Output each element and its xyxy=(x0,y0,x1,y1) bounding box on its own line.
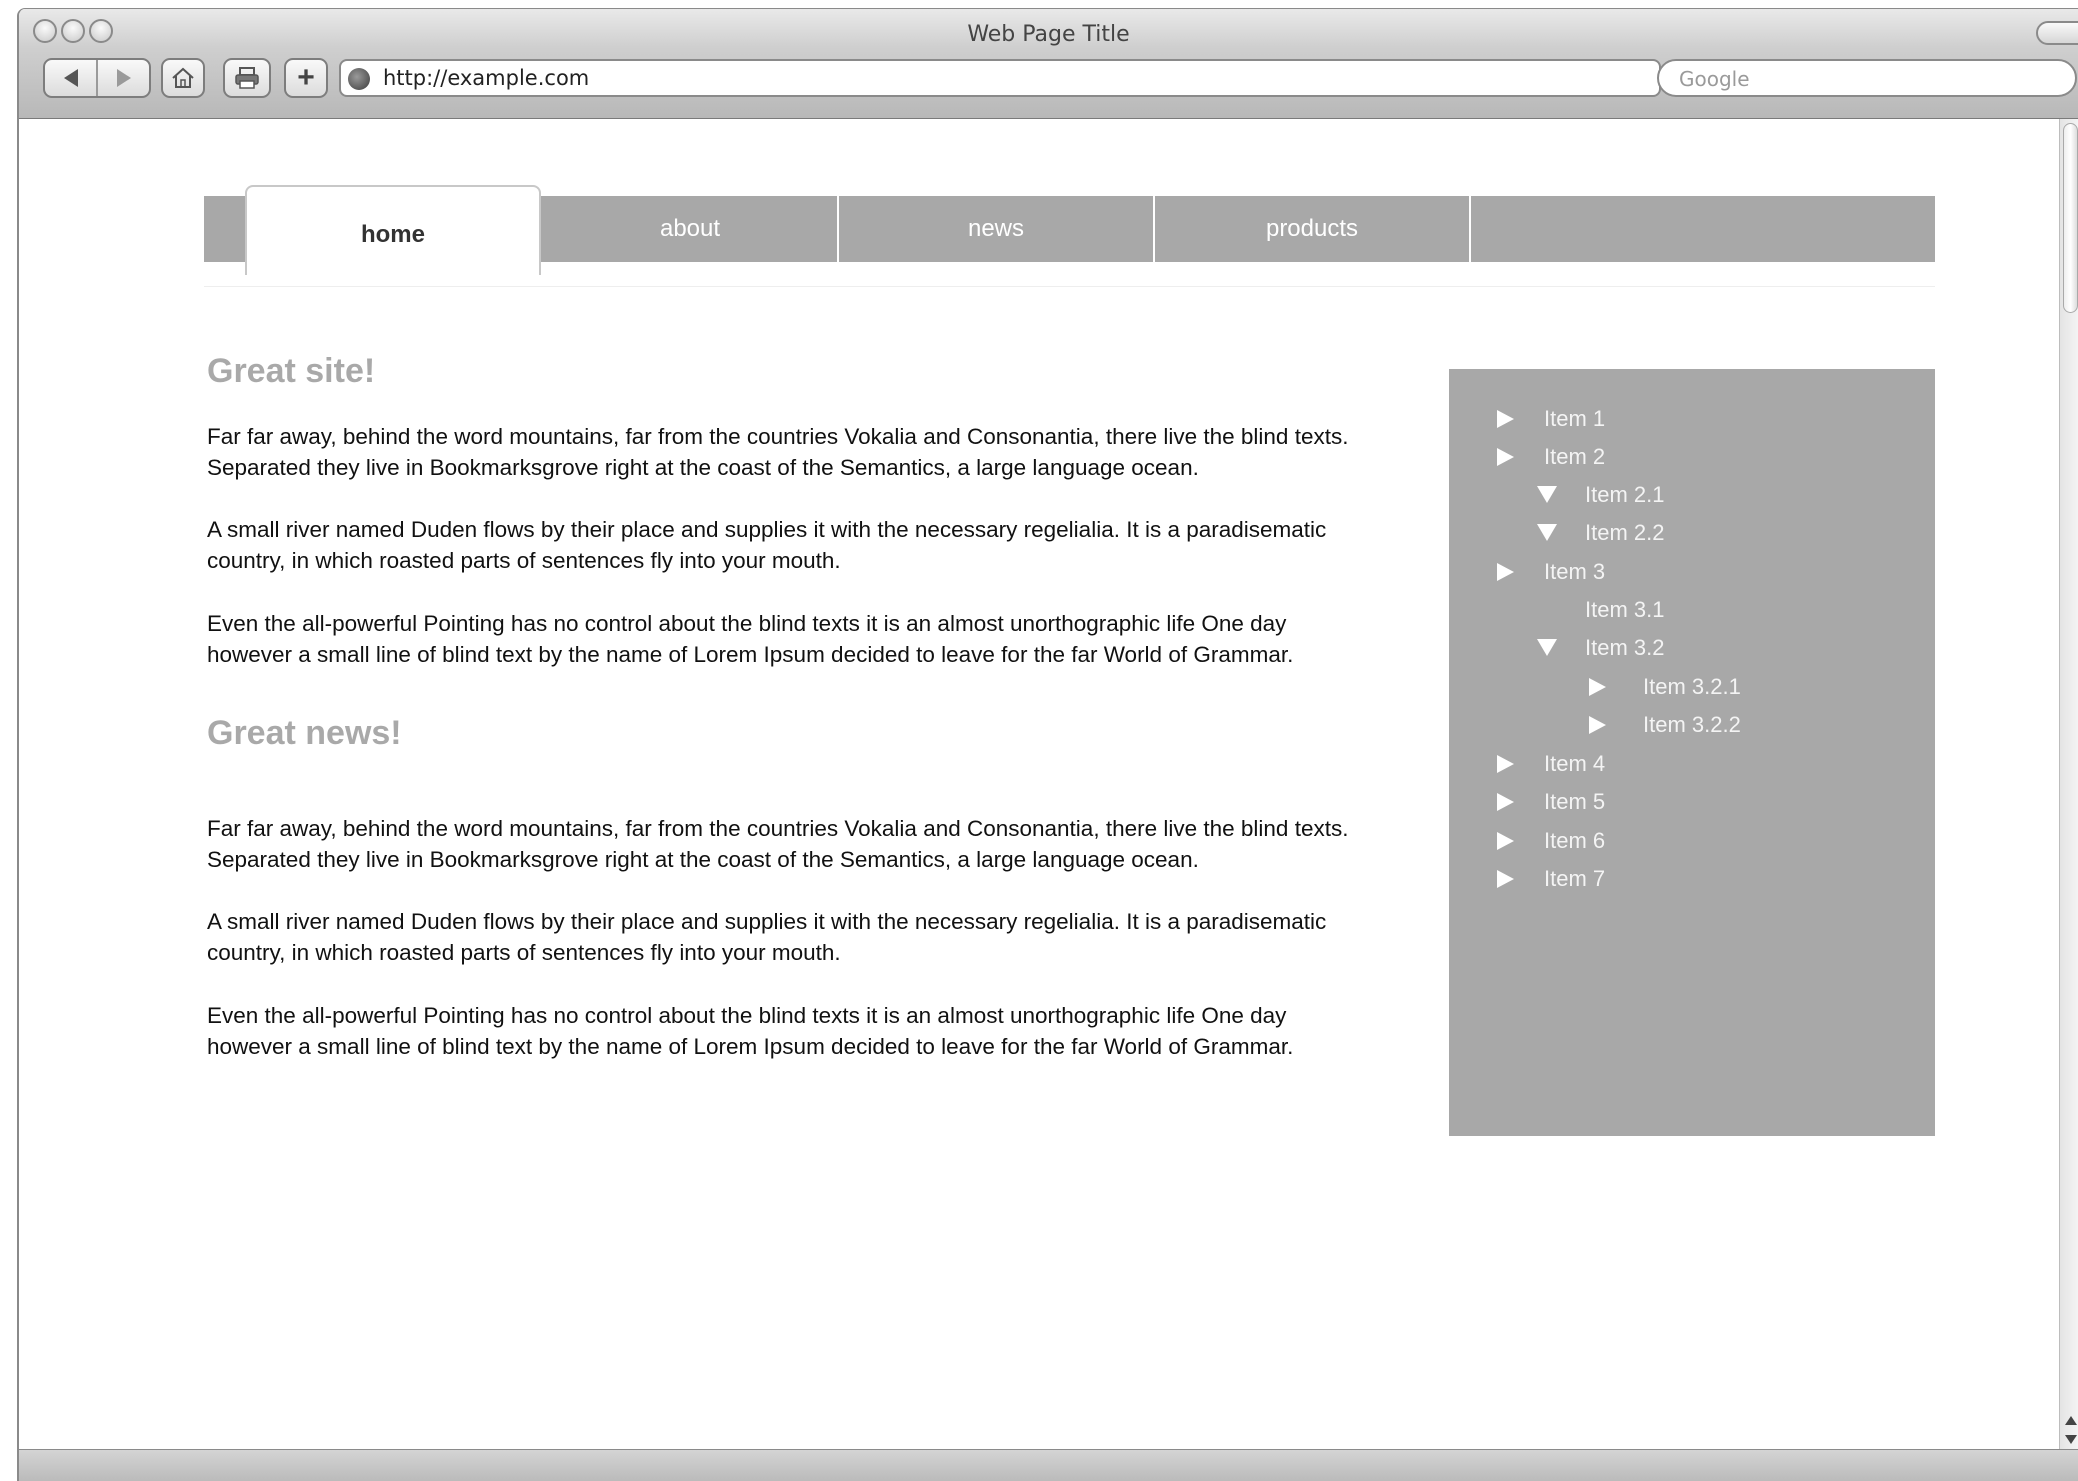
scroll-up-button[interactable] xyxy=(2062,1411,2078,1429)
scroll-down-button[interactable] xyxy=(2062,1430,2078,1448)
tab-home-label: home xyxy=(360,221,425,248)
paragraph: Even the all-powerful Pointing has no co… xyxy=(207,1003,1294,1059)
paragraph: A small river named Duden flows by their… xyxy=(207,517,1327,573)
window-title: Web Page Title xyxy=(967,22,1130,47)
back-arrow-icon xyxy=(63,69,78,87)
tree-item-label: Item 3.2.2 xyxy=(1643,712,1741,737)
expand-arrow-icon xyxy=(1497,448,1514,466)
home-button[interactable] xyxy=(161,58,205,98)
back-button[interactable] xyxy=(45,60,96,96)
expand-arrow-icon xyxy=(1589,716,1606,734)
vertical-scrollbar[interactable] xyxy=(2059,119,2078,1449)
address-text: http://example.com xyxy=(383,66,590,90)
expand-arrow-icon xyxy=(1497,793,1514,811)
sidebar-tree: Item 1 Item 2 Item 2.1 Item 2.2 Item 3 I… xyxy=(1449,369,1935,1136)
expand-arrow-icon xyxy=(1497,563,1514,581)
tree-item-label: Item 3.2.1 xyxy=(1643,674,1741,699)
printer-icon xyxy=(235,67,259,89)
section-heading-great-news: Great news! xyxy=(207,714,402,752)
paragraph: Far far away, behind the word mountains,… xyxy=(207,816,1349,872)
section-heading-great-site: Great site! xyxy=(207,352,376,390)
tree-item-label: Item 2.1 xyxy=(1585,482,1665,507)
main-content: Great site! Far far away, behind the wor… xyxy=(207,352,1357,1062)
forward-arrow-icon xyxy=(116,69,131,87)
expand-arrow-icon xyxy=(1497,832,1514,850)
paragraph: A small river named Duden flows by their… xyxy=(207,909,1327,965)
search-input[interactable] xyxy=(1679,67,2039,91)
tab-home[interactable]: home xyxy=(245,185,541,275)
plus-icon: + xyxy=(297,61,315,94)
search-box[interactable] xyxy=(1657,59,2077,97)
collapse-arrow-icon xyxy=(1537,524,1557,541)
tab-news-label: news xyxy=(967,215,1025,242)
tree-item-label: Item 7 xyxy=(1544,866,1606,891)
tree-item-label: Item 2 xyxy=(1544,444,1606,469)
expand-arrow-icon xyxy=(1497,410,1514,428)
globe-icon xyxy=(348,68,370,90)
site-nav-tabs: home about news products xyxy=(204,185,1935,275)
home-icon xyxy=(172,67,194,88)
tab-products-label: products xyxy=(1265,215,1359,242)
status-bar xyxy=(19,1449,2078,1481)
browser-window: Web Page Title + http://example.com Goog… xyxy=(17,8,2078,1481)
expand-arrow-icon xyxy=(1589,678,1606,696)
scrollbar-thumb[interactable] xyxy=(2063,123,2078,313)
tab-about-label: about xyxy=(659,215,721,242)
tree-item-label: Item 3.2 xyxy=(1585,635,1665,660)
paragraph: Far far away, behind the word mountains,… xyxy=(207,424,1349,480)
add-bookmark-button[interactable]: + xyxy=(284,58,328,98)
tab-bar-divider xyxy=(204,286,1935,287)
address-bar[interactable]: http://example.com xyxy=(339,59,1661,97)
scroll-down-icon xyxy=(2064,1434,2077,1444)
scroll-up-icon xyxy=(2064,1415,2077,1425)
forward-button[interactable] xyxy=(98,60,149,96)
tree-item-label: Item 2.2 xyxy=(1585,520,1665,545)
tree-item-label: Item 3 xyxy=(1544,559,1606,584)
tab-empty xyxy=(1471,196,1935,262)
tree-item-label: Item 1 xyxy=(1544,406,1606,431)
browser-toolbar: Web Page Title + http://example.com Goog… xyxy=(19,9,2078,119)
tree-item-label: Item 5 xyxy=(1544,789,1606,814)
tab-about[interactable]: about xyxy=(543,196,839,262)
collapse-arrow-icon xyxy=(1537,639,1557,656)
collapse-arrow-icon xyxy=(1537,486,1557,503)
tab-news[interactable]: news xyxy=(839,196,1155,262)
toolbar-toggle-button[interactable] xyxy=(2036,21,2078,45)
tab-products[interactable]: products xyxy=(1155,196,1471,262)
print-button[interactable] xyxy=(223,58,271,98)
paragraph: Even the all-powerful Pointing has no co… xyxy=(207,611,1294,667)
back-forward-buttons xyxy=(43,58,151,98)
tree-item-label: Item 4 xyxy=(1544,751,1606,776)
tree-item-label: Item 6 xyxy=(1544,828,1606,853)
tree-item-label: Item 3.1 xyxy=(1585,597,1665,622)
expand-arrow-icon xyxy=(1497,755,1514,773)
expand-arrow-icon xyxy=(1497,870,1514,888)
